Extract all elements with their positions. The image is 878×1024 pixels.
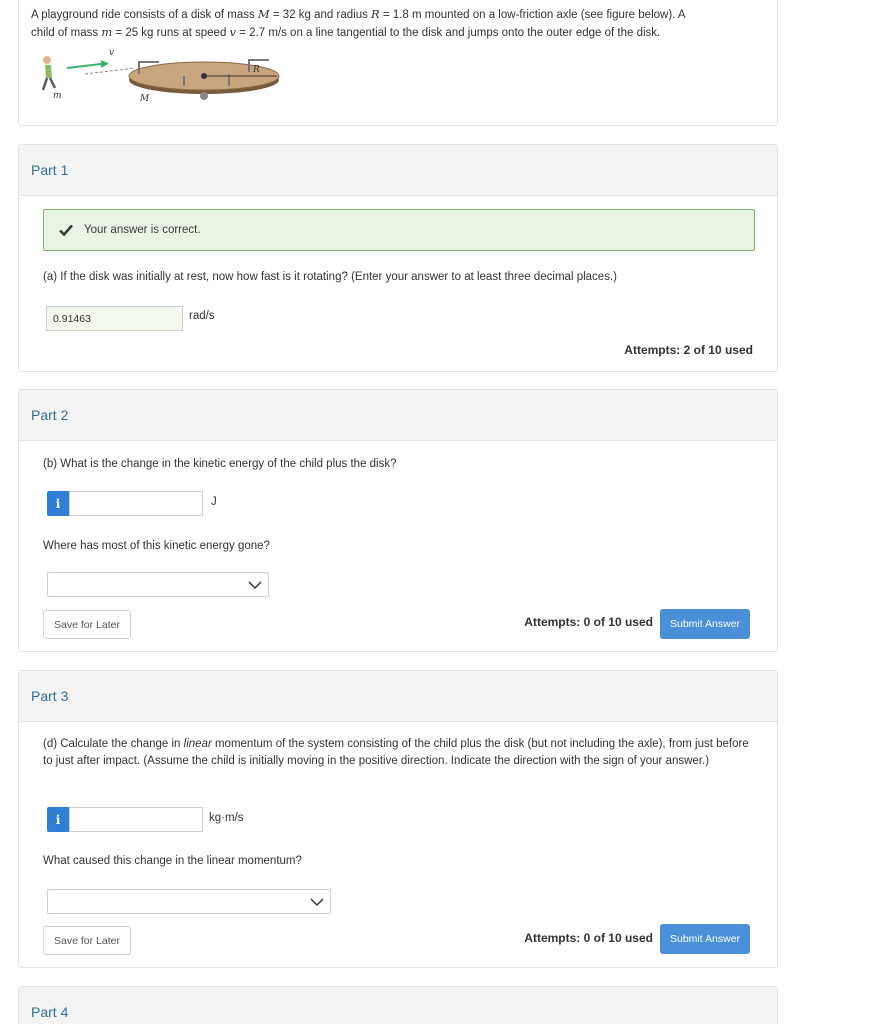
problem-statement: A playground ride consists of a disk of … — [31, 6, 761, 42]
part3-unit: kg·m/s — [209, 812, 244, 824]
part2-attempts: Attempts: 0 of 10 used — [524, 615, 653, 629]
problem-text: A playground ride consists of a disk of … — [31, 9, 258, 21]
question-text: (d) Calculate the change in — [43, 738, 184, 750]
label-m: m — [53, 91, 62, 101]
problem-text: child of mass — [31, 27, 102, 39]
info-icon[interactable]: i — [47, 807, 69, 832]
chevron-down-icon — [310, 898, 324, 907]
part1-attempts: Attempts: 2 of 10 used — [624, 343, 753, 357]
var-R: R — [371, 7, 380, 21]
part4-title: Part 4 — [19, 987, 777, 1024]
part2-question-c: Where has most of this kinetic energy go… — [43, 540, 270, 552]
question-emphasis: linear — [183, 738, 212, 750]
problem-text: = 1.8 m mounted on a low-friction axle (… — [379, 9, 686, 21]
part1-question: (a) If the disk was initially at rest, n… — [43, 271, 617, 283]
problem-card: A playground ride consists of a disk of … — [18, 0, 778, 126]
playground-figure: m v R M — [41, 48, 280, 104]
child-body — [45, 65, 52, 78]
part3-momentum-input[interactable] — [69, 807, 203, 832]
part2-question-b: (b) What is the change in the kinetic en… — [43, 458, 397, 470]
var-M: M — [257, 7, 270, 21]
part1-answer-field[interactable]: 0.91463 — [46, 306, 183, 331]
part1-card: Part 1 Your answer is correct. (a) If th… — [18, 144, 778, 372]
part2-title: Part 2 — [19, 390, 777, 441]
part3-question-e: What caused this change in the linear mo… — [43, 855, 302, 867]
part4-card: Part 4 — [18, 986, 778, 1024]
chevron-down-icon — [248, 581, 262, 590]
part3-question-d: (d) Calculate the change in linear momen… — [43, 736, 759, 770]
problem-text: = 2.7 m/s on a line tangential to the di… — [236, 27, 661, 39]
part2-energy-select[interactable] — [47, 572, 269, 597]
part1-unit: rad/s — [189, 310, 215, 322]
axle-base-icon — [200, 92, 208, 100]
check-icon — [59, 224, 73, 237]
tangent-line — [84, 67, 136, 75]
part2-kinetic-energy-input[interactable] — [69, 491, 203, 516]
label-M: M — [139, 94, 150, 104]
part1-title: Part 1 — [19, 145, 777, 196]
save-for-later-button[interactable]: Save for Later — [43, 926, 131, 955]
info-icon[interactable]: i — [47, 491, 69, 516]
velocity-arrow-head — [101, 60, 109, 68]
part3-card: Part 3 (d) Calculate the change in linea… — [18, 670, 778, 968]
part3-cause-select[interactable] — [47, 889, 331, 914]
problem-text: = 25 kg runs at speed — [112, 27, 230, 39]
submit-answer-button[interactable]: Submit Answer — [660, 924, 751, 954]
correct-message: Your answer is correct. — [84, 224, 201, 236]
save-for-later-button[interactable]: Save for Later — [43, 610, 131, 639]
label-R: R — [252, 65, 260, 75]
problem-text: = 32 kg and radius — [269, 9, 372, 21]
part2-card: Part 2 (b) What is the change in the kin… — [18, 389, 778, 652]
var-m: m — [101, 25, 113, 39]
part3-title: Part 3 — [19, 671, 777, 722]
velocity-arrow — [66, 63, 102, 69]
submit-answer-button[interactable]: Submit Answer — [660, 609, 751, 639]
correct-banner: Your answer is correct. — [43, 209, 755, 251]
child-legs — [41, 77, 57, 91]
child-head — [43, 56, 51, 64]
label-v: v — [109, 48, 114, 58]
part3-attempts: Attempts: 0 of 10 used — [524, 931, 653, 945]
part2-unit: J — [211, 496, 217, 508]
